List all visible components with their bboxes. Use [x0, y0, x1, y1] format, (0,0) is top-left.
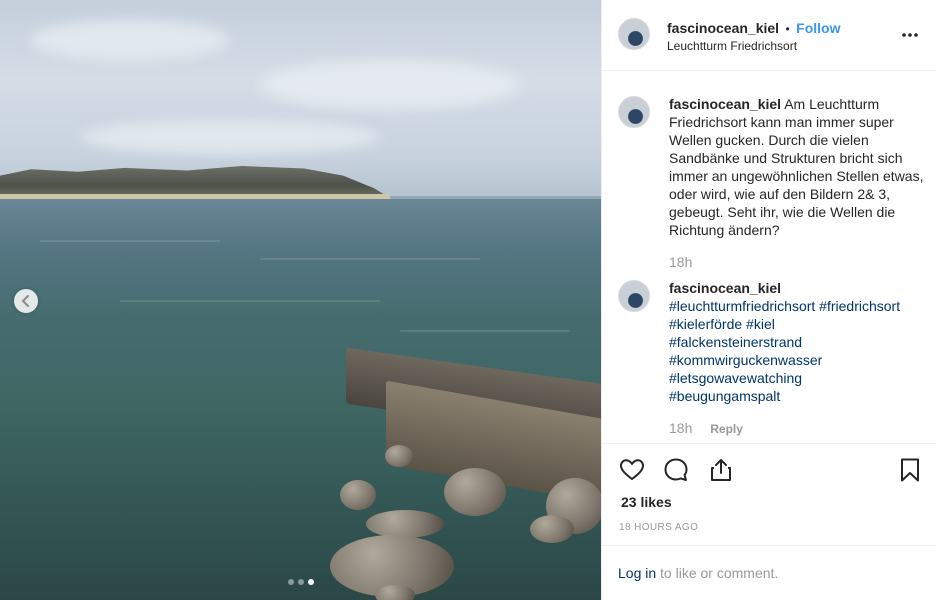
- avatar[interactable]: [618, 96, 650, 128]
- post-sidebar: fascinocean_kiel • Follow Leuchtturm Fri…: [601, 0, 936, 600]
- carousel-dot-active: [308, 579, 314, 585]
- hashtag-link[interactable]: #falckensteinerstrand: [669, 334, 802, 350]
- photo-rock: [366, 510, 444, 538]
- hashtag-list: #leuchtturmfriedrichsort #friedrichsort …: [669, 297, 924, 405]
- hashtag-comment: fascinocean_kiel #leuchtturmfriedrichsor…: [669, 279, 924, 405]
- photo-wave: [40, 240, 220, 242]
- follow-button[interactable]: Follow: [796, 20, 840, 36]
- comment-username[interactable]: fascinocean_kiel: [669, 279, 924, 297]
- share-icon[interactable]: [708, 457, 734, 483]
- carousel-dot: [298, 579, 304, 585]
- photo-wave: [120, 300, 380, 302]
- photo-rock: [375, 585, 415, 600]
- ellipsis-icon[interactable]: [901, 32, 919, 38]
- hashtag-link[interactable]: #kielerförde: [669, 316, 742, 332]
- reply-button[interactable]: Reply: [710, 422, 743, 436]
- hashtag-link[interactable]: #kommwirguckenwasser: [669, 352, 822, 368]
- photo-rock: [444, 468, 506, 516]
- comments-list[interactable]: fascinocean_kiel Am Leuchtturm Friedrich…: [602, 72, 936, 442]
- heart-icon[interactable]: [619, 457, 645, 483]
- photo-wave: [260, 258, 480, 260]
- location-link[interactable]: Leuchtturm Friedrichsort: [667, 39, 797, 53]
- header-user-line: fascinocean_kiel • Follow: [667, 20, 841, 38]
- action-bar: 23 likes 18 HOURS AGO: [602, 443, 936, 545]
- carousel-indicator: [288, 579, 314, 585]
- photo-wave: [400, 330, 570, 332]
- carousel-dot: [288, 579, 294, 585]
- chevron-left-icon: [21, 295, 30, 307]
- photo-rock: [340, 480, 376, 510]
- photo-cloud: [80, 120, 380, 154]
- photo-rock: [385, 445, 413, 467]
- comment-icon[interactable]: [663, 457, 689, 483]
- hashtag-link[interactable]: #friedrichsort: [819, 298, 900, 314]
- hashtag-link[interactable]: #leuchtturmfriedrichsort: [669, 298, 815, 314]
- hashtag-link[interactable]: #letsgowavewatching: [669, 370, 802, 386]
- bookmark-icon[interactable]: [897, 457, 923, 483]
- login-link[interactable]: Log in: [618, 565, 656, 581]
- hashtag-link[interactable]: #kiel: [746, 316, 775, 332]
- separator-dot: •: [785, 22, 790, 36]
- caption-time[interactable]: 18h: [669, 254, 692, 270]
- photo-rock: [530, 515, 574, 543]
- photo-cloud: [260, 60, 520, 110]
- avatar[interactable]: [618, 18, 650, 50]
- carousel-prev-button[interactable]: [14, 289, 38, 313]
- header-username[interactable]: fascinocean_kiel: [667, 20, 779, 36]
- post-header: fascinocean_kiel • Follow Leuchtturm Fri…: [602, 0, 936, 71]
- login-prompt-text: to like or comment.: [656, 565, 779, 581]
- caption-text: Am Leuchtturm Friedrichsort kann man imm…: [669, 96, 924, 238]
- caption-text-block: fascinocean_kiel Am Leuchtturm Friedrich…: [669, 95, 924, 239]
- caption-username[interactable]: fascinocean_kiel: [669, 96, 781, 112]
- photo-cloud: [30, 20, 230, 60]
- comment-meta: 18h Reply: [669, 420, 743, 436]
- login-prompt: Log in to like or comment.: [602, 545, 936, 600]
- avatar[interactable]: [618, 280, 650, 312]
- likes-count[interactable]: 23 likes: [621, 494, 672, 510]
- post-photo[interactable]: [0, 0, 601, 600]
- post-timestamp[interactable]: 18 HOURS AGO: [619, 522, 698, 533]
- comment-time[interactable]: 18h: [669, 420, 692, 436]
- hashtag-link[interactable]: #beugungamspalt: [669, 388, 780, 404]
